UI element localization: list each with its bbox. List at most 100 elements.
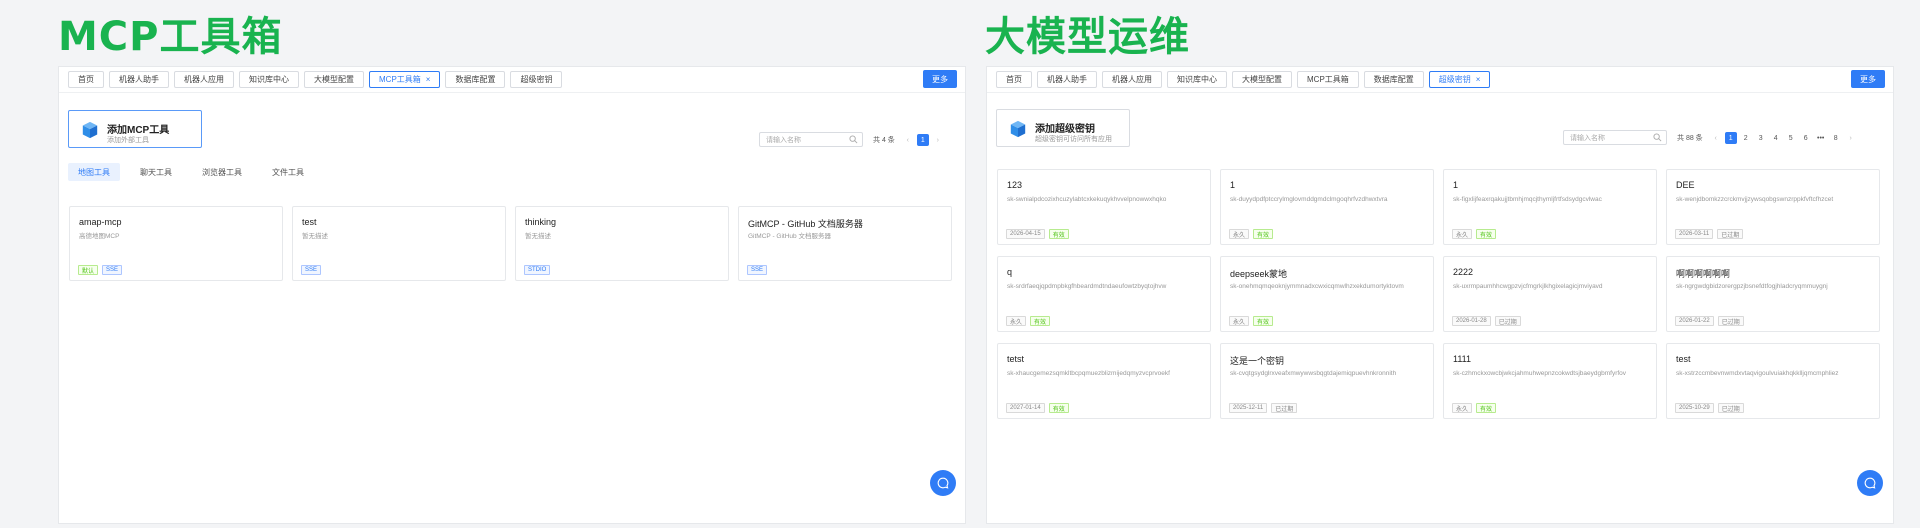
close-icon[interactable]: ×: [1476, 75, 1481, 84]
super-key-card[interactable]: 2222 sk-uxrmpaumhhcwgpzvjcfmgrkjlkhgixela…: [1443, 256, 1657, 332]
status-badge: SSE: [747, 265, 768, 275]
card-title: 1: [1453, 180, 1459, 190]
more-button[interactable]: 更多: [923, 70, 957, 88]
nav-tab[interactable]: 知识库中心: [239, 71, 299, 88]
nav-tab[interactable]: 首页: [996, 71, 1032, 88]
super-key-card[interactable]: 1 sk-duyydpdfptccrylmglovmddgmdclmgoqhrfv…: [1220, 169, 1434, 245]
super-key-card[interactable]: 这是一个密钥 sk-cvqtgsydglrxveafxmwywwsbqgtdaje…: [1220, 343, 1434, 419]
nav-tab-label: 首页: [78, 75, 94, 84]
add-super-key-card[interactable]: 添加超级密钥 超级密钥可访问所有应用: [996, 109, 1130, 147]
category-tab[interactable]: 文件工具: [262, 163, 314, 181]
page-button[interactable]: 4: [1770, 132, 1782, 144]
category-tab[interactable]: 聊天工具: [130, 163, 182, 181]
prev-page-icon[interactable]: ‹: [1710, 132, 1722, 144]
card-badges: 2025-10-29 已过期: [1675, 403, 1744, 413]
super-key-card[interactable]: tetst sk-xhaucgemezsqmkltbcpqmuezblizmije…: [997, 343, 1211, 419]
chat-button[interactable]: [1857, 470, 1883, 496]
nav-tab[interactable]: MCP工具箱 ×: [369, 71, 441, 88]
tab-bar: 首页 机器人助手 机器人应用 知识库中心 大模型配置 MCP工具箱 数据库配置 超级密钥 × 更…: [987, 67, 1893, 93]
mcp-tool-card[interactable]: GitMCP - GitHub 文档服务器 GitMCP - GitHub 文档服…: [738, 206, 952, 281]
search-input[interactable]: 请输入名称: [1563, 130, 1667, 145]
status-badge: SSE: [301, 265, 322, 275]
super-key-card[interactable]: 1 sk-figxlijfeaxrqakujjtbmhjmqcjthymljfrt…: [1443, 169, 1657, 245]
category-tab[interactable]: 浏览器工具: [192, 163, 252, 181]
mcp-tool-card[interactable]: amap-mcp 高德地图MCP 默认 SSE: [69, 206, 283, 281]
next-page-icon[interactable]: ›: [932, 134, 944, 146]
nav-tab[interactable]: MCP工具箱: [1297, 71, 1359, 88]
card-description: sk-swnialpdcozixhcuzylabtcxkekuqykhvvelp…: [1007, 196, 1167, 203]
page-button[interactable]: •••: [1815, 132, 1827, 144]
tab-list: 首页 机器人助手 机器人应用 知识库中心 大模型配置 MCP工具箱 数据库配置 超级密钥 ×: [996, 71, 1491, 88]
nav-tab[interactable]: 机器人助手: [1037, 71, 1097, 88]
status-badge: 永久: [1229, 316, 1250, 326]
search-icon: [1653, 133, 1662, 142]
card-badges: 2026-01-28 已过期: [1452, 316, 1521, 326]
page-button[interactable]: 5: [1785, 132, 1797, 144]
mcp-tool-card[interactable]: thinking 暂无描述 STDIO: [515, 206, 729, 281]
status-badge: 永久: [1452, 403, 1473, 413]
add-mcp-tool-card[interactable]: 添加MCP工具 添加外部工具: [68, 110, 202, 148]
search-input[interactable]: 请输入名称: [759, 132, 863, 147]
chat-bubble-icon: [937, 477, 949, 489]
status-badge: 2026-04-15: [1006, 229, 1045, 239]
page-button[interactable]: 3: [1755, 132, 1767, 144]
next-page-icon[interactable]: ›: [1845, 132, 1857, 144]
card-badges: 2026-03-11 已过期: [1675, 229, 1744, 239]
nav-tab-label: 机器人应用: [184, 75, 224, 84]
mcp-tool-card[interactable]: test 暂无描述 SSE: [292, 206, 506, 281]
nav-tab-label: 机器人应用: [1112, 75, 1152, 84]
nav-tab[interactable]: 知识库中心: [1167, 71, 1227, 88]
nav-tab[interactable]: 数据库配置: [445, 71, 506, 88]
nav-tab[interactable]: 机器人应用: [1102, 71, 1162, 88]
super-key-card[interactable]: test sk-xstrzccmbevnwmdxvtaqvigoulvuiakhq…: [1666, 343, 1880, 419]
nav-tab[interactable]: 机器人助手: [109, 71, 169, 88]
page-button[interactable]: 1: [916, 134, 929, 146]
status-badge: 永久: [1229, 229, 1250, 239]
tab-list: 首页 机器人助手 机器人应用 知识库中心 大模型配置 MCP工具箱 × 数据库配置 超级密钥: [68, 71, 563, 88]
nav-tab[interactable]: 首页: [68, 71, 104, 88]
category-tab[interactable]: 地图工具: [68, 163, 120, 181]
nav-tab[interactable]: 大模型配置: [1232, 71, 1292, 88]
card-title: test: [1676, 354, 1691, 364]
page-button[interactable]: 6: [1800, 132, 1812, 144]
status-badge: 永久: [1452, 229, 1473, 239]
page-button[interactable]: 2: [1740, 132, 1752, 144]
nav-tab[interactable]: 数据库配置: [1363, 71, 1424, 88]
nav-tab[interactable]: 机器人应用: [174, 71, 234, 88]
status-badge: STDIO: [524, 265, 551, 275]
card-description: sk-figxlijfeaxrqakujjtbmhjmqcjthymljfrtf…: [1453, 196, 1602, 203]
category-tabs: 地图工具 聊天工具 浏览器工具 文件工具: [68, 163, 314, 181]
nav-tab-label: 大模型配置: [1242, 75, 1282, 84]
card-badges: STDIO: [524, 265, 551, 275]
super-key-card[interactable]: DEE sk-wenjdbomkzzcrckmvjjzywsqobgswnzrpp…: [1666, 169, 1880, 245]
status-badge: 有效: [1048, 229, 1069, 239]
prev-page-icon[interactable]: ‹: [902, 134, 914, 146]
chat-button[interactable]: [930, 470, 956, 496]
card-description: GitMCP - GitHub 文档服务器: [748, 233, 831, 240]
nav-tab[interactable]: 超级密钥 ×: [1428, 71, 1491, 88]
card-title: 123: [1007, 180, 1023, 190]
super-key-card[interactable]: 1111 sk-czhmckxowcbjwkcjahmuhwepnzcokwdts…: [1443, 343, 1657, 419]
nav-tab-label: 超级密钥: [520, 75, 553, 84]
nav-tab[interactable]: 大模型配置: [304, 71, 364, 88]
card-badges: SSE: [301, 265, 322, 275]
page-button[interactable]: 8: [1830, 132, 1842, 144]
status-badge: 有效: [1253, 316, 1274, 326]
page-button[interactable]: 1: [1724, 132, 1737, 144]
card-title: q: [1007, 267, 1013, 277]
card-description: sk-srdrfaeqjqpdmpbkgfhbeardmdtndaeufowtz…: [1007, 283, 1167, 290]
status-badge: 默认: [78, 265, 99, 275]
close-icon[interactable]: ×: [426, 75, 431, 84]
super-key-card[interactable]: 123 sk-swnialpdcozixhcuzylabtcxkekuqykhvv…: [997, 169, 1211, 245]
status-badge: 已过期: [1717, 229, 1744, 239]
status-badge: 2026-01-28: [1452, 316, 1491, 326]
card-badges: 永久 有效: [1452, 229, 1497, 239]
super-key-card[interactable]: q sk-srdrfaeqjqpdmpbkgfhbeardmdtndaeufowt…: [997, 256, 1211, 332]
mcp-toolbox-heading: MCP工具箱: [58, 14, 283, 60]
more-button[interactable]: 更多: [1851, 70, 1885, 88]
pagination-total: 共 88 条: [1677, 135, 1703, 142]
nav-tab[interactable]: 超级密钥: [510, 71, 563, 88]
nav-tab-label: 知识库中心: [249, 75, 289, 84]
super-key-card[interactable]: 啊啊啊啊啊啊 sk-ngrgwdgbidzorergpzjbsnefdtfogjh…: [1666, 256, 1880, 332]
super-key-card[interactable]: deepseek蒙地 sk-onehmqmqeoknjymmnadxcwxicqm…: [1220, 256, 1434, 332]
